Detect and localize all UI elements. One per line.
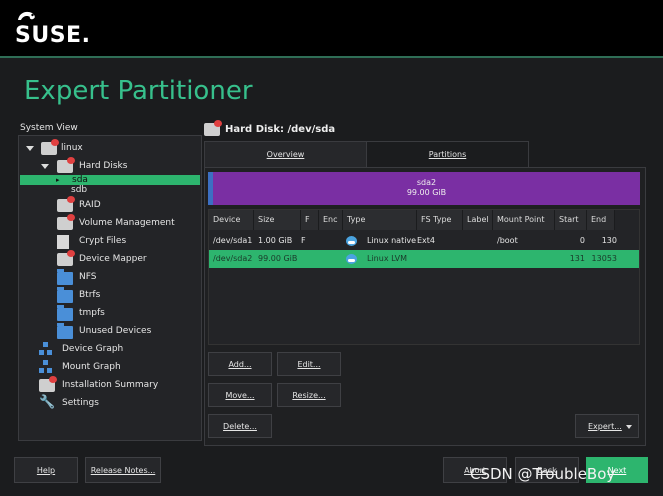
column-header[interactable]: Mount Point (493, 210, 555, 230)
hard-disk-icon (204, 120, 222, 136)
unused-devices-icon (57, 323, 73, 339)
column-header[interactable]: Size (254, 210, 301, 230)
folder-icon (57, 287, 73, 303)
folder-icon (57, 269, 73, 285)
table-row[interactable]: /dev/sda1 1.00 GiB F Linux native Ext4 /… (209, 232, 639, 250)
folder-icon (57, 305, 73, 321)
column-header[interactable]: Start (555, 210, 587, 230)
tree-item-mount-graph[interactable]: Mount Graph (19, 358, 199, 376)
add-button[interactable]: Add... (208, 352, 272, 376)
resize-button[interactable]: Resize... (277, 383, 341, 407)
crypt-file-icon (57, 235, 69, 249)
tree-item-device-mapper[interactable]: Device Mapper (19, 250, 199, 268)
move-button[interactable]: Move... (208, 383, 272, 407)
delete-button[interactable]: Delete... (208, 414, 272, 438)
graph-icon (39, 360, 53, 374)
header-accent-line (0, 56, 663, 58)
partition-bar[interactable]: sda2 99.00 GiB (208, 172, 640, 205)
tree-item-raid[interactable]: RAID (19, 196, 199, 214)
tree-item-unused-devices[interactable]: Unused Devices (19, 322, 199, 340)
column-header[interactable]: F (301, 210, 319, 230)
partition-table[interactable]: Device Size F Enc Type FS Type Label Mou… (208, 209, 640, 345)
expand-arrow-icon[interactable] (26, 146, 34, 151)
expand-arrow-icon[interactable] (41, 164, 49, 169)
watermark: CSDN @TroubleBoy (470, 465, 616, 483)
page-title: Expert Partitioner (24, 76, 253, 106)
tree-item-btrfs[interactable]: Btrfs (19, 286, 199, 304)
column-header[interactable]: Enc (319, 210, 343, 230)
summary-icon (39, 376, 57, 392)
tree-item-settings[interactable]: 🔧 Settings (19, 394, 199, 412)
tab-overview[interactable]: Overview (204, 141, 367, 169)
release-notes-button[interactable]: Release Notes... (85, 457, 161, 483)
partition-bar-size: 99.00 GiB (406, 188, 447, 197)
chevron-down-icon (626, 425, 632, 429)
edit-button[interactable]: Edit... (277, 352, 341, 376)
system-view-label: System View (20, 123, 78, 133)
tree-item-installation-summary[interactable]: Installation Summary (19, 376, 199, 394)
column-header[interactable]: Device (209, 210, 254, 230)
linux-icon (346, 254, 357, 264)
volume-management-icon (57, 214, 75, 230)
tree-item-hard-disks[interactable]: Hard Disks (19, 157, 199, 175)
tree-item-nfs[interactable]: NFS (19, 268, 199, 286)
tree-item-device-graph[interactable]: Device Graph (19, 340, 199, 358)
help-button[interactable]: Help (14, 457, 78, 483)
column-header[interactable]: End (587, 210, 615, 230)
column-header[interactable]: FS Type (417, 210, 463, 230)
tab-partitions[interactable]: Partitions (366, 141, 529, 168)
linux-icon (346, 236, 357, 246)
tree-item-crypt-files[interactable]: Crypt Files (19, 232, 199, 250)
wrench-icon: 🔧 (39, 395, 56, 410)
raid-icon (57, 196, 75, 212)
hard-disk-icon (41, 139, 59, 155)
expert-button[interactable]: Expert... (575, 414, 639, 438)
tree-item-volume-management[interactable]: Volume Management (19, 214, 199, 232)
column-header[interactable]: Label (463, 210, 493, 230)
tree-item-tmpfs[interactable]: tmpfs (19, 304, 199, 322)
tree-item-sdb[interactable]: sdb (19, 184, 199, 196)
hard-disk-icon (57, 157, 75, 173)
table-row[interactable]: /dev/sda2 99.00 GiB Linux LVM 131 13053 (209, 250, 639, 268)
graph-icon (39, 342, 53, 356)
device-mapper-icon (57, 250, 75, 266)
partition-bar-name: sda2 (416, 178, 437, 187)
tree-item-linux[interactable]: linux (19, 139, 199, 157)
system-view-tree[interactable]: linux Hard Disks ▸ sda sdb RAID Volume M… (18, 135, 202, 441)
chameleon-icon (18, 11, 35, 20)
column-header[interactable]: Type (343, 210, 417, 230)
top-bar: SUSE. (0, 0, 663, 58)
